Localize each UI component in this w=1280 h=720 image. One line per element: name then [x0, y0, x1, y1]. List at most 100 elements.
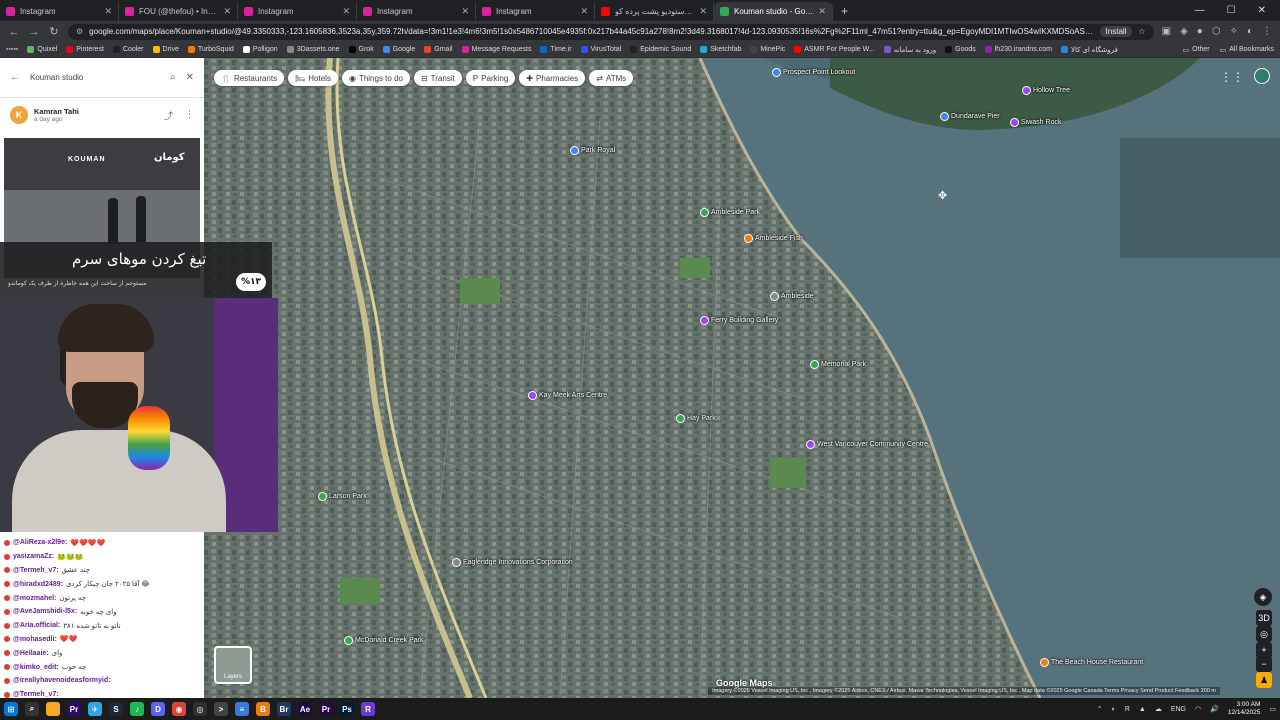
extension-icon[interactable]: ▣: [1162, 26, 1171, 37]
bookmark-item[interactable]: فروشگاه ای کالا: [1060, 46, 1118, 54]
steam-icon[interactable]: S: [109, 702, 123, 716]
notepad-icon[interactable]: ≡: [235, 702, 249, 716]
more-options-icon[interactable]: ⋮: [185, 109, 194, 122]
obs-icon[interactable]: ◎: [193, 702, 207, 716]
terminal-icon[interactable]: >: [214, 702, 228, 716]
close-icon[interactable]: ✕: [186, 72, 194, 83]
chip-hotels[interactable]: 🛏 Hotels: [288, 70, 338, 86]
windows-start-icon[interactable]: ⊞: [4, 702, 18, 716]
minimize-icon[interactable]: —: [1195, 1, 1205, 21]
chat-username[interactable]: @mozmahel:: [13, 595, 56, 602]
chat-username[interactable]: @hiradxd2489:: [13, 581, 63, 588]
install-app-button[interactable]: Install: [1099, 26, 1133, 37]
premiere-icon[interactable]: Pr: [67, 702, 81, 716]
browser-tab[interactable]: Instagram ✕: [476, 2, 595, 21]
telegram-icon[interactable]: ✈: [88, 702, 102, 716]
chat-username[interactable]: yasizamaZz:: [13, 553, 54, 560]
browser-tab[interactable]: تور کامل استودیو پشت پرده کو... ✕: [595, 2, 714, 21]
bookmark-item[interactable]: Goods: [945, 46, 976, 53]
search-icon[interactable]: ⌕: [170, 72, 176, 83]
after-effects-icon[interactable]: Ae: [298, 702, 312, 716]
tab-close-icon[interactable]: ✕: [104, 6, 112, 17]
layers-button[interactable]: Layers: [214, 646, 252, 684]
close-window-icon[interactable]: ✕: [1258, 1, 1266, 21]
bookmark-item[interactable]: TurboSquid: [187, 46, 234, 53]
place-marker[interactable]: Park Royal: [570, 146, 615, 155]
tab-close-icon[interactable]: ✕: [223, 6, 231, 17]
chat-username[interactable]: @kimko_edit:: [13, 664, 59, 671]
browser-tab[interactable]: Instagram ✕: [238, 2, 357, 21]
url-text[interactable]: google.com/maps/place/Kouman+studio/@49.…: [89, 27, 1093, 36]
reviewer-avatar[interactable]: K: [10, 106, 28, 124]
other-bookmarks-folder[interactable]: ▭ Other: [1183, 46, 1210, 54]
chat-username[interactable]: @AliReza-x2l9e:: [13, 539, 67, 546]
3d-toggle-button[interactable]: 3D: [1256, 610, 1272, 626]
search-query[interactable]: Kouman studio: [30, 73, 160, 82]
chip-things-to-do[interactable]: ◉ Things to do: [341, 70, 410, 86]
tab-close-icon[interactable]: ✕: [580, 6, 588, 17]
place-marker[interactable]: Hay Park: [676, 414, 716, 423]
chip-restaurants[interactable]: 🍴 Restaurants: [214, 70, 285, 86]
place-marker[interactable]: Eagleridge Innovations Corporation: [452, 558, 573, 567]
zoom-out-button[interactable]: −: [1256, 656, 1272, 672]
bookmark-item[interactable]: lh230.irandns.com: [984, 46, 1052, 53]
place-marker[interactable]: Dundarave Pier: [940, 112, 1000, 121]
bookmark-item[interactable]: Epidemic Sound: [630, 46, 691, 53]
bookmark-folder-icon[interactable]: ▪▪▪▪▪: [6, 46, 18, 53]
chat-username[interactable]: @Hellaaie:: [13, 650, 49, 657]
place-marker[interactable]: West Vancouver Community Centre: [806, 440, 928, 449]
tab-close-icon[interactable]: ✕: [699, 6, 707, 17]
place-marker[interactable]: Ferry Building Gallery: [700, 316, 778, 325]
chat-username[interactable]: @ireallyhavenoideasformyid:: [13, 677, 110, 684]
volume-icon[interactable]: 🔊: [1210, 705, 1219, 713]
place-marker[interactable]: Kay Meek Arts Centre: [528, 391, 607, 400]
account-avatar[interactable]: [1254, 68, 1270, 84]
chat-username[interactable]: @AveJamshidi-l5x:: [13, 608, 77, 615]
browser-tab[interactable]: FOU (@thefou) • Instagram ph... ✕: [119, 2, 238, 21]
bookmark-item[interactable]: ورود به سامانه: [883, 46, 936, 54]
tray-icon[interactable]: R: [1125, 706, 1130, 713]
language-indicator[interactable]: ENG: [1171, 706, 1186, 713]
search-icon[interactable]: ⌕: [25, 702, 39, 716]
bookmark-item[interactable]: Sketchfab: [700, 46, 741, 53]
bookmark-item[interactable]: Drive: [152, 46, 179, 53]
extension-icon[interactable]: ⬡: [1212, 26, 1221, 37]
bookmark-item[interactable]: Quixel: [27, 46, 57, 53]
bookmark-item[interactable]: Grok: [348, 46, 374, 53]
omnibox[interactable]: ⚙ google.com/maps/place/Kouman+studio/@4…: [68, 23, 1154, 40]
google-apps-icon[interactable]: ⋮⋮: [1220, 70, 1244, 84]
tab-close-icon[interactable]: ✕: [818, 6, 826, 17]
bookmark-item[interactable]: Polligon: [242, 46, 278, 53]
discord-icon[interactable]: D: [151, 702, 165, 716]
photoshop-icon[interactable]: Ps: [340, 702, 354, 716]
browser-tab[interactable]: Kouman studio - Google Maps ✕: [714, 2, 833, 21]
reload-icon[interactable]: ↻: [48, 25, 60, 38]
bookmark-item[interactable]: Time.ir: [540, 46, 572, 53]
photoshop-bridge-icon[interactable]: Br: [277, 702, 291, 716]
new-tab-button[interactable]: +: [833, 2, 856, 21]
tab-close-icon[interactable]: ✕: [461, 6, 469, 17]
maximize-icon[interactable]: ☐: [1227, 1, 1236, 21]
forward-icon[interactable]: →: [28, 26, 40, 38]
tray-icon[interactable]: ▲: [1139, 706, 1146, 713]
puzzle-icon[interactable]: ✧: [1230, 26, 1238, 37]
chat-username[interactable]: @Aria.official:: [13, 622, 60, 629]
chat-username[interactable]: @mohasedli:: [13, 636, 57, 643]
chat-username[interactable]: @Termeh_v7:: [13, 567, 59, 574]
menu-dots-icon[interactable]: ⋮: [1262, 26, 1272, 37]
chrome-icon[interactable]: ◉: [172, 702, 186, 716]
chip-pharmacies[interactable]: ✚ Pharmacies: [519, 70, 586, 86]
tray-icon[interactable]: ⌃: [1097, 705, 1103, 713]
spotify-icon[interactable]: ♪: [130, 702, 144, 716]
place-marker[interactable]: Ambleside Fish: [744, 234, 803, 243]
bookmark-item[interactable]: Message Requests: [461, 46, 531, 53]
chip-transit[interactable]: ⊟ Transit: [413, 70, 462, 86]
profile-avatar-icon[interactable]: ◐: [1247, 26, 1253, 37]
street-view-pegman-icon[interactable]: ♟: [1256, 672, 1272, 688]
tray-icon[interactable]: ☁: [1155, 705, 1162, 713]
app-r-icon[interactable]: R: [361, 702, 375, 716]
place-marker[interactable]: McDonald Creek Park: [344, 636, 423, 645]
back-arrow-icon[interactable]: ←: [10, 72, 20, 83]
tab-close-icon[interactable]: ✕: [342, 6, 350, 17]
share-icon[interactable]: ⤴: [164, 109, 173, 122]
